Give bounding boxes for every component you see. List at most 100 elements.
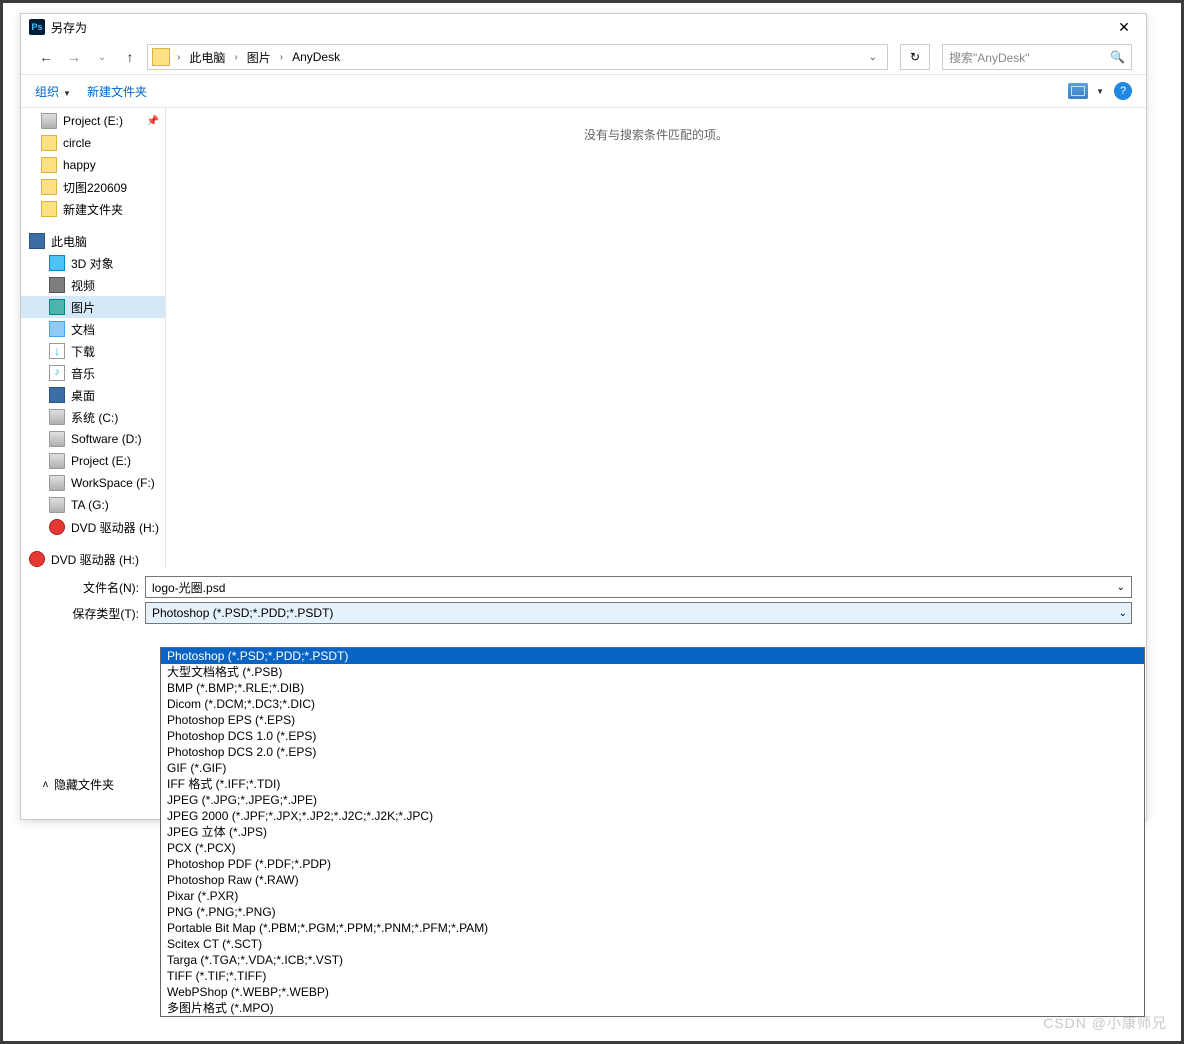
format-option[interactable]: Photoshop (*.PSD;*.PDD;*.PSDT) bbox=[161, 648, 1144, 664]
folder-icon bbox=[41, 201, 57, 217]
tree-item-label: 切图220609 bbox=[63, 179, 127, 196]
format-option[interactable]: JPEG 立体 (*.JPS) bbox=[161, 824, 1144, 840]
pin-icon: 📌 bbox=[147, 116, 159, 127]
address-bar[interactable]: › 此电脑 › 图片 › AnyDesk ⌄ bbox=[147, 44, 888, 70]
breadcrumb-item[interactable]: 图片 bbox=[245, 49, 273, 66]
vid-icon bbox=[49, 277, 65, 293]
folder-icon bbox=[41, 157, 57, 173]
nav-row: ← → ⌄ ↑ › 此电脑 › 图片 › AnyDesk ⌄ ↻ 搜索"AnyD… bbox=[21, 40, 1146, 74]
titlebar: Ps 另存为 ✕ bbox=[21, 14, 1146, 40]
tree-item[interactable]: DVD 驱动器 (H:) bbox=[21, 516, 165, 538]
format-option[interactable]: PCX (*.PCX) bbox=[161, 840, 1144, 856]
tree-item-label: 视频 bbox=[71, 277, 95, 294]
search-icon: 🔍 bbox=[1110, 50, 1125, 64]
tree-item-label: 系统 (C:) bbox=[71, 409, 118, 426]
tree-this-pc[interactable]: 此电脑 bbox=[21, 230, 165, 252]
tree-item[interactable]: TA (G:) bbox=[21, 494, 165, 516]
filename-input[interactable]: logo-光圈.psd⌄ bbox=[145, 576, 1132, 598]
view-options-button[interactable]: ▼ bbox=[1068, 83, 1104, 99]
tree-item[interactable]: DVD 驱动器 (H:) bbox=[21, 548, 165, 568]
tree-item[interactable]: 系统 (C:) bbox=[21, 406, 165, 428]
format-option[interactable]: PNG (*.PNG;*.PNG) bbox=[161, 904, 1144, 920]
chevron-up-icon: ʌ bbox=[43, 779, 48, 790]
tree-item[interactable]: 图片 bbox=[21, 296, 165, 318]
drive-icon bbox=[49, 431, 65, 447]
tree-item[interactable]: Project (E:) bbox=[21, 450, 165, 472]
pc-icon bbox=[29, 233, 45, 249]
tree-item[interactable]: 3D 对象 bbox=[21, 252, 165, 274]
format-option[interactable]: IFF 格式 (*.IFF;*.TDI) bbox=[161, 776, 1144, 792]
tree-item-label: 3D 对象 bbox=[71, 255, 114, 272]
chevron-down-icon[interactable]: ⌄ bbox=[1117, 582, 1125, 593]
format-option[interactable]: 大型文档格式 (*.PSB) bbox=[161, 664, 1144, 680]
format-option[interactable]: BMP (*.BMP;*.RLE;*.DIB) bbox=[161, 680, 1144, 696]
format-option[interactable]: Photoshop DCS 1.0 (*.EPS) bbox=[161, 728, 1144, 744]
tree-item[interactable]: ♪音乐 bbox=[21, 362, 165, 384]
up-button[interactable]: ↑ bbox=[119, 49, 141, 65]
recent-locations-button[interactable]: ⌄ bbox=[91, 52, 113, 63]
format-option[interactable]: JPEG 2000 (*.JPF;*.JPX;*.JP2;*.J2C;*.J2K… bbox=[161, 808, 1144, 824]
tree-item-label: Project (E:) bbox=[63, 114, 123, 128]
format-option[interactable]: TIFF (*.TIF;*.TIFF) bbox=[161, 968, 1144, 984]
format-option[interactable]: Photoshop Raw (*.RAW) bbox=[161, 872, 1144, 888]
format-option[interactable]: Portable Bit Map (*.PBM;*.PGM;*.PPM;*.PN… bbox=[161, 920, 1144, 936]
tree-item-label: Project (E:) bbox=[71, 454, 131, 468]
chevron-right-icon[interactable]: › bbox=[174, 52, 183, 63]
mus-icon: ♪ bbox=[49, 365, 65, 381]
folder-icon bbox=[152, 48, 170, 66]
tree-item-label: 下载 bbox=[71, 343, 95, 360]
chevron-right-icon[interactable]: › bbox=[277, 52, 286, 63]
help-button[interactable]: ? bbox=[1114, 82, 1132, 100]
tree-item[interactable]: Software (D:) bbox=[21, 428, 165, 450]
organize-button[interactable]: 组织▼ bbox=[35, 83, 71, 100]
filename-label: 文件名(N): bbox=[35, 579, 145, 596]
folder-icon bbox=[41, 179, 57, 195]
tree-item-label: 文档 bbox=[71, 321, 95, 338]
desk-icon bbox=[49, 387, 65, 403]
tree-item[interactable]: ↓ 下载 bbox=[21, 340, 165, 362]
tree-item-label: WorkSpace (F:) bbox=[71, 476, 155, 490]
tree-item[interactable]: 新建文件夹 bbox=[21, 198, 165, 220]
savetype-dropdown: Photoshop (*.PSD;*.PDD;*.PSDT)大型文档格式 (*.… bbox=[160, 647, 1145, 1017]
search-input[interactable]: 搜索"AnyDesk" 🔍 bbox=[942, 44, 1132, 70]
search-placeholder: 搜索"AnyDesk" bbox=[949, 49, 1030, 66]
tree-item[interactable]: 文档 bbox=[21, 318, 165, 340]
dl-icon: ↓ bbox=[49, 343, 65, 359]
format-option[interactable]: JPEG (*.JPG;*.JPEG;*.JPE) bbox=[161, 792, 1144, 808]
format-option[interactable]: Photoshop EPS (*.EPS) bbox=[161, 712, 1144, 728]
format-option[interactable]: Photoshop PDF (*.PDF;*.PDP) bbox=[161, 856, 1144, 872]
close-button[interactable]: ✕ bbox=[1102, 14, 1146, 40]
format-option[interactable]: Photoshop DCS 2.0 (*.EPS) bbox=[161, 744, 1144, 760]
3d-icon bbox=[49, 255, 65, 271]
chevron-right-icon[interactable]: › bbox=[231, 52, 240, 63]
forward-button[interactable]: → bbox=[63, 49, 85, 65]
format-option[interactable]: Targa (*.TGA;*.VDA;*.ICB;*.VST) bbox=[161, 952, 1144, 968]
format-option[interactable]: Pixar (*.PXR) bbox=[161, 888, 1144, 904]
savetype-select[interactable]: Photoshop (*.PSD;*.PDD;*.PSDT) ⌄ bbox=[145, 602, 1132, 624]
format-option[interactable]: Dicom (*.DCM;*.DC3;*.DIC) bbox=[161, 696, 1144, 712]
back-button[interactable]: ← bbox=[35, 49, 57, 65]
tree-item-label: 桌面 bbox=[71, 387, 95, 404]
doc-icon bbox=[49, 321, 65, 337]
format-option[interactable]: Scitex CT (*.SCT) bbox=[161, 936, 1144, 952]
nav-tree: Project (E:) 📌 circlehappy 切图220609 新建文件夹 此电… bbox=[21, 108, 166, 568]
format-option[interactable]: WebPShop (*.WEBP;*.WEBP) bbox=[161, 984, 1144, 1000]
tree-item[interactable]: happy bbox=[21, 154, 165, 176]
tree-item[interactable]: Project (E:) 📌 bbox=[21, 110, 165, 132]
window-title: 另存为 bbox=[51, 19, 87, 36]
toolbar: 组织▼ 新建文件夹 ▼ ? bbox=[21, 74, 1146, 108]
pic-icon bbox=[49, 299, 65, 315]
format-option[interactable]: GIF (*.GIF) bbox=[161, 760, 1144, 776]
tree-item[interactable]: 视频 bbox=[21, 274, 165, 296]
format-option[interactable]: 多图片格式 (*.MPO) bbox=[161, 1000, 1144, 1016]
tree-item[interactable]: 桌面 bbox=[21, 384, 165, 406]
tree-item[interactable]: WorkSpace (F:) bbox=[21, 472, 165, 494]
tree-item[interactable]: circle bbox=[21, 132, 165, 154]
tree-item-label: 新建文件夹 bbox=[63, 201, 123, 218]
refresh-button[interactable]: ↻ bbox=[900, 44, 930, 70]
new-folder-button[interactable]: 新建文件夹 bbox=[87, 83, 147, 100]
tree-item[interactable]: 切图220609 bbox=[21, 176, 165, 198]
chevron-down-icon[interactable]: ⌄ bbox=[869, 52, 877, 63]
breadcrumb-item[interactable]: AnyDesk bbox=[290, 50, 342, 64]
breadcrumb-item[interactable]: 此电脑 bbox=[187, 49, 227, 66]
